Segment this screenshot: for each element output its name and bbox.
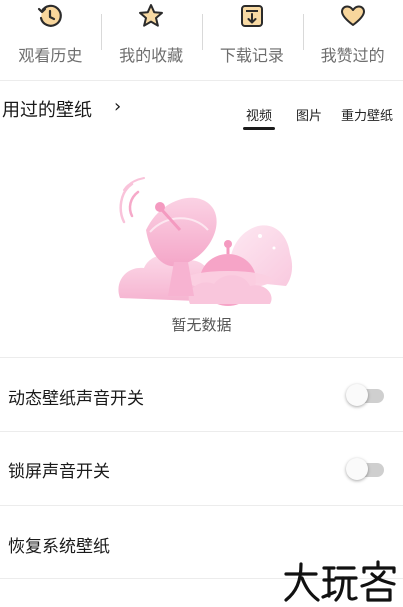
empty-state-text: 暂无数据: [171, 316, 232, 334]
active-tab-indicator: [243, 127, 275, 130]
heart-icon: [340, 5, 365, 26]
top-nav: 观看历史 我的收藏 下载记录 我赞过的: [0, 0, 403, 70]
download-box-icon: [240, 5, 263, 27]
empty-state-illustration: [118, 177, 293, 306]
divider: [0, 431, 403, 432]
lockscreen-sound-toggle[interactable]: [346, 458, 386, 480]
live-wallpaper-sound-toggle[interactable]: [346, 384, 386, 406]
nav-label: 观看历史: [18, 46, 83, 65]
restore-system-wallpaper-item[interactable]: 恢复系统壁纸: [8, 532, 110, 557]
divider: [0, 357, 403, 358]
tab-image[interactable]: 图片: [296, 105, 322, 124]
tab-gravity-wallpaper[interactable]: 重力壁纸: [341, 105, 393, 124]
watermark-logo: [284, 560, 396, 602]
nav-label: 我的收藏: [119, 46, 184, 65]
tab-video[interactable]: 视频: [246, 105, 272, 124]
star-icon: [139, 4, 164, 27]
divider: [0, 505, 403, 506]
toggle-knob: [346, 458, 368, 480]
nav-favorites[interactable]: 我的收藏: [101, 0, 202, 70]
divider: [0, 80, 403, 81]
chevron-right-icon[interactable]: ›: [114, 96, 121, 117]
nav-label: 下载记录: [219, 46, 284, 65]
nav-divider: [303, 14, 304, 50]
used-wallpapers-title[interactable]: 用过的壁纸: [2, 96, 92, 122]
history-clock-icon: [38, 4, 63, 27]
nav-watch-history[interactable]: 观看历史: [0, 0, 101, 70]
nav-liked[interactable]: 我赞过的: [302, 0, 403, 70]
nav-divider: [202, 14, 203, 50]
nav-label: 我赞过的: [320, 46, 385, 65]
setting-live-wallpaper-sound-label: 动态壁纸声音开关: [8, 389, 144, 409]
nav-divider: [101, 14, 102, 50]
nav-downloads[interactable]: 下载记录: [202, 0, 303, 70]
setting-lockscreen-sound-label: 锁屏声音开关: [8, 462, 110, 482]
toggle-knob: [346, 384, 368, 406]
